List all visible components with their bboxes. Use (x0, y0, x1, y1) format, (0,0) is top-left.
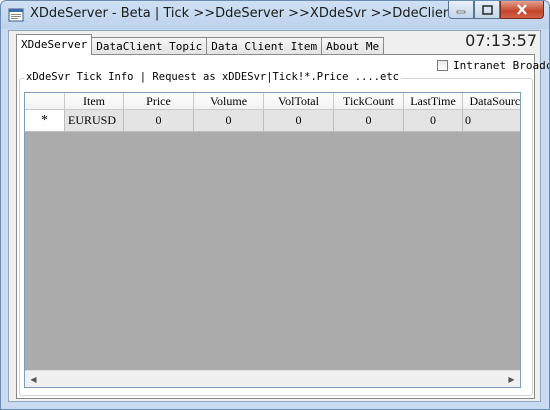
table-row[interactable]: * EURUSD 0 0 0 0 0 0 (25, 110, 520, 132)
row-header-corner (25, 93, 65, 110)
cell-tickcount[interactable]: 0 (334, 110, 404, 132)
title-bar[interactable]: XDdeServer - Beta | Tick >>DdeServer >>X… (1, 1, 549, 29)
column-header-item[interactable]: Item (65, 93, 124, 110)
scroll-left-button[interactable]: ◀ (25, 371, 42, 387)
minimize-button[interactable] (448, 1, 474, 19)
tick-data-grid: Item Price Volume VolTotal TickCount Las… (24, 92, 521, 388)
intranet-broadcast-label: Intranet Broadcast (453, 59, 549, 72)
intranet-broadcast-toggle[interactable]: Intranet Broadcast (437, 59, 549, 72)
cell-price[interactable]: 0 (124, 110, 194, 132)
grid-header-row: Item Price Volume VolTotal TickCount Las… (25, 93, 520, 110)
column-header-volume[interactable]: Volume (194, 93, 264, 110)
horizontal-scrollbar[interactable]: ◀ ▶ (25, 370, 520, 387)
close-icon (517, 4, 527, 15)
tab-strip: XDdeServer DataClient Topic Data Client … (16, 34, 385, 55)
scroll-right-button[interactable]: ▶ (503, 371, 520, 387)
maximize-icon (481, 4, 493, 15)
cell-lasttime[interactable]: 0 (404, 110, 463, 132)
cell-voltotal[interactable]: 0 (264, 110, 334, 132)
intranet-broadcast-checkbox[interactable] (437, 60, 448, 71)
window-controls (448, 1, 544, 21)
tab-panel-xddeserver: Intranet Broadcast xDdeSvr Tick Info | R… (16, 54, 549, 399)
window-title: XDdeServer - Beta | Tick >>DdeServer >>X… (30, 6, 457, 21)
column-header-tickcount[interactable]: TickCount (334, 93, 404, 110)
tab-dataclient-topic[interactable]: DataClient Topic (91, 37, 208, 55)
column-header-price[interactable]: Price (124, 93, 194, 110)
cell-datasource[interactable]: 0 (463, 110, 520, 132)
app-window-icon (8, 8, 24, 22)
cell-item[interactable]: EURUSD (65, 110, 124, 132)
column-header-voltotal[interactable]: VolTotal (264, 93, 334, 110)
app-window: XDdeServer - Beta | Tick >>DdeServer >>X… (0, 0, 550, 410)
close-button[interactable] (500, 1, 544, 19)
maximize-button[interactable] (474, 1, 500, 19)
client-area: XDdeServer DataClient Topic Data Client … (8, 30, 549, 402)
scroll-left-icon: ◀ (30, 374, 37, 384)
tick-info-legend: xDdeSvr Tick Info | Request as xDDESvr|T… (24, 71, 401, 83)
column-header-datasource[interactable]: DataSource (463, 93, 520, 110)
tab-about-me[interactable]: About Me (321, 37, 385, 55)
tab-xddeserver[interactable]: XDdeServer (16, 34, 93, 55)
new-row-marker[interactable]: * (25, 110, 65, 132)
tab-data-client-item[interactable]: Data Client Item (206, 37, 323, 55)
column-header-lasttime[interactable]: LastTime (404, 93, 463, 110)
scroll-right-icon: ▶ (508, 374, 515, 384)
minimize-icon (456, 10, 466, 13)
cell-volume[interactable]: 0 (194, 110, 264, 132)
clock-display: 07:13:57 (465, 31, 537, 50)
